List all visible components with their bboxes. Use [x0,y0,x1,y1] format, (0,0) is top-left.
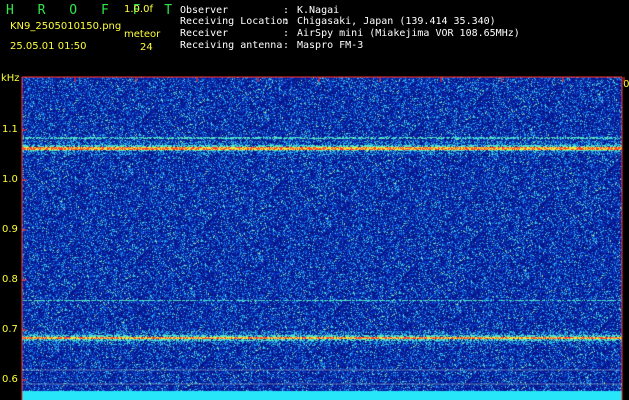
spectrogram-frame [21,76,625,400]
